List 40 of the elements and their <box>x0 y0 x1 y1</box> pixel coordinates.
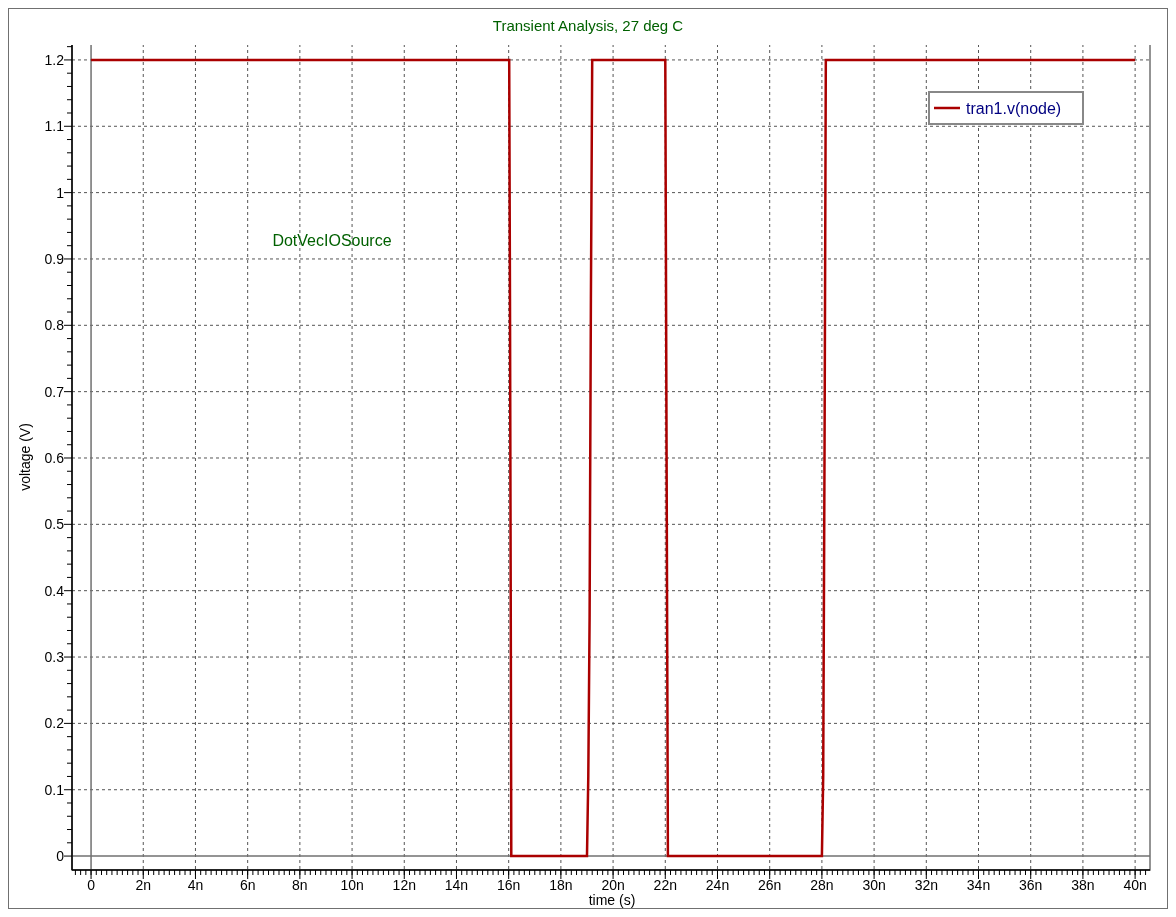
x-tick-label: 12n <box>392 876 416 893</box>
x-tick-label: 38n <box>1071 876 1095 893</box>
x-tick-label: 2n <box>135 876 152 893</box>
y-tick-label: 0.7 <box>44 383 64 400</box>
x-tick-label: 10n <box>340 876 364 893</box>
y-tick-label: 0.4 <box>44 582 64 599</box>
y-tick-label: 0.1 <box>44 781 64 798</box>
x-axis-title: time (s) <box>588 891 636 908</box>
y-tick-label: 0.9 <box>44 250 64 267</box>
y-tick-label: 0.8 <box>44 317 64 334</box>
x-tick-label: 28n <box>810 876 834 893</box>
x-tick-label: 6n <box>239 876 256 893</box>
y-tick-label: 1.1 <box>44 118 64 135</box>
y-tick-label: 0 <box>56 847 64 864</box>
y-tick-label: 0.3 <box>44 648 64 665</box>
y-tick-label: 0.2 <box>44 715 64 732</box>
y-axis-title: voltage (V) <box>17 423 33 491</box>
x-tick-label: 4n <box>187 876 204 893</box>
y-tick-label: 0.5 <box>44 516 64 533</box>
legend-swatch <box>934 106 960 110</box>
x-tick-label: 40n <box>1123 876 1147 893</box>
legend-label: tran1.v(node) <box>966 99 1062 117</box>
x-tick-label: 36n <box>1019 876 1043 893</box>
y-tick-label: 0.6 <box>44 449 64 466</box>
x-tick-label: 24n <box>705 876 730 893</box>
x-tick-label: 18n <box>549 876 573 893</box>
x-tick-label: 14n <box>444 876 469 893</box>
x-tick-label: 32n <box>914 876 938 893</box>
y-tick-label: 1.2 <box>44 51 64 68</box>
x-tick-label: 16n <box>497 876 521 893</box>
chart-title: Transient Analysis, 27 deg C <box>492 16 684 36</box>
x-tick-label: 34n <box>966 876 991 893</box>
x-tick-label: 0 <box>87 876 95 893</box>
x-tick-label: 22n <box>653 876 677 893</box>
y-tick-label: 1 <box>56 184 64 201</box>
x-tick-label: 8n <box>292 876 308 893</box>
annotation-label: DotVecIOSource <box>272 231 392 249</box>
x-tick-label: 30n <box>862 876 886 893</box>
x-tick-label: 26n <box>758 876 782 893</box>
x-tick-label: 20n <box>601 876 625 893</box>
